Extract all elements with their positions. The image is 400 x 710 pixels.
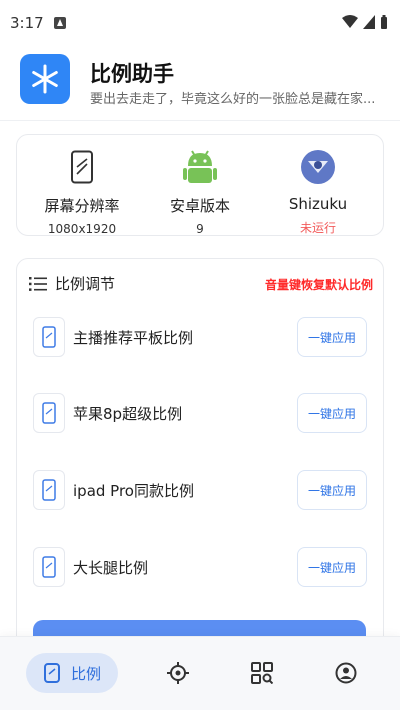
tablet-icon xyxy=(33,317,65,357)
ratio-adjust-card: 比例调节 音量键恢复默认比例 主播推荐平板比例 一键应用 苹果8p超级比例 一键… xyxy=(16,258,384,658)
ratio-item: 苹果8p超级比例 一键应用 xyxy=(17,387,383,443)
shizuku-info[interactable]: Shizuku 未运行 xyxy=(263,147,373,236)
apply-button[interactable]: 一键应用 xyxy=(297,547,367,587)
app-subtitle: 要出去走走了，毕竟这么好的一张脸总是藏在家... xyxy=(90,92,376,107)
volume-key-hint: 音量键恢复默认比例 xyxy=(264,278,373,292)
ratio-icon xyxy=(43,663,60,683)
ratio-section-title: 比例调节 xyxy=(55,275,116,293)
ratio-item-label: 大长腿比例 xyxy=(73,559,149,577)
apply-button[interactable]: 一键应用 xyxy=(297,317,367,357)
info-value: 9 xyxy=(196,222,204,236)
nav-tab-target[interactable] xyxy=(166,661,190,685)
ratio-item: 主播推荐平板比例 一键应用 xyxy=(17,311,383,367)
app-title: 比例助手 xyxy=(90,62,174,86)
screen-resolution-info: 屏幕分辨率 1080x1920 xyxy=(27,147,137,236)
profile-icon xyxy=(335,662,357,684)
shizuku-status: 未运行 xyxy=(299,221,336,235)
ratio-item: ipad Pro同款比例 一键应用 xyxy=(17,464,383,520)
ratio-item: 大长腿比例 一键应用 xyxy=(17,541,383,597)
nav-tab-profile[interactable] xyxy=(334,661,358,685)
android-version-info: 安卓版本 9 xyxy=(145,147,255,236)
android-icon xyxy=(183,150,217,183)
tablet-icon xyxy=(33,470,65,510)
header-divider xyxy=(0,120,400,121)
wifi-icon xyxy=(342,15,358,28)
bottom-navigation: 比例 xyxy=(0,636,400,710)
status-time: 3:17 xyxy=(10,14,44,32)
info-label: 安卓版本 xyxy=(169,197,230,215)
target-icon xyxy=(167,662,189,684)
status-icons xyxy=(342,15,388,29)
app-logo-icon xyxy=(20,54,70,104)
ratio-item-label: ipad Pro同款比例 xyxy=(73,482,194,500)
shizuku-icon xyxy=(301,150,335,184)
notification-icon xyxy=(54,17,66,29)
nav-tab-ratio-label: 比例 xyxy=(70,664,101,683)
apply-button[interactable]: 一键应用 xyxy=(297,470,367,510)
tablet-icon xyxy=(33,393,65,433)
nav-tab-ratio[interactable]: 比例 xyxy=(26,653,118,693)
info-label: 屏幕分辨率 xyxy=(44,197,120,215)
info-label: Shizuku xyxy=(288,195,348,213)
list-icon xyxy=(29,277,47,291)
tablet-icon xyxy=(33,547,65,587)
ratio-header: 比例调节 音量键恢复默认比例 xyxy=(17,259,383,307)
app-header: 比例助手 要出去走走了，毕竟这么好的一张脸总是藏在家... xyxy=(0,52,400,112)
apply-button[interactable]: 一键应用 xyxy=(297,393,367,433)
ratio-item-label: 主播推荐平板比例 xyxy=(73,329,194,347)
nav-tab-apps[interactable] xyxy=(250,661,274,685)
phone-screen-icon xyxy=(71,150,93,184)
battery-icon xyxy=(381,15,387,29)
device-info-card: 屏幕分辨率 1080x1920 安卓版本 9 Shizuku 未运行 xyxy=(16,134,384,236)
ratio-item-label: 苹果8p超级比例 xyxy=(73,405,183,423)
apps-search-icon xyxy=(251,662,273,684)
status-bar: 3:17 xyxy=(0,0,400,40)
signal-icon xyxy=(363,15,375,29)
info-value: 1080x1920 xyxy=(47,222,117,236)
